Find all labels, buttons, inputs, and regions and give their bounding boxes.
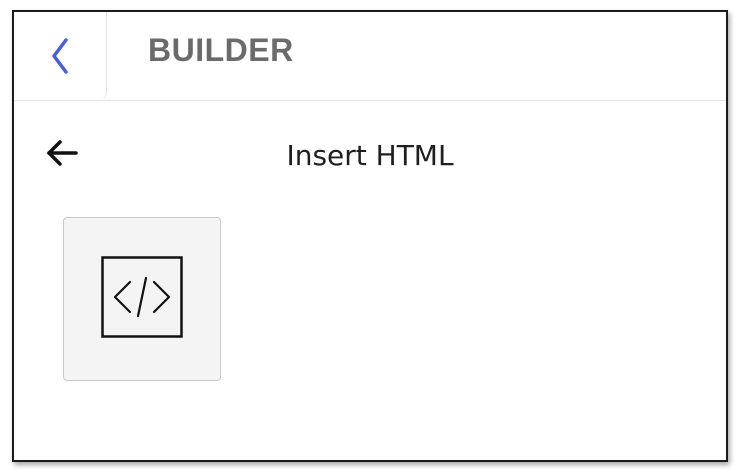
top-bar: BUILDER [14,12,726,101]
back-button[interactable] [14,12,107,100]
code-icon [101,255,183,343]
chevron-left-icon [48,36,72,76]
html-block-tile[interactable] [63,217,221,381]
app-title: BUILDER [148,32,294,68]
panel-header: Insert HTML [14,101,726,211]
panel-title: Insert HTML [286,139,454,172]
builder-window: BUILDER Insert HTML [12,10,728,462]
